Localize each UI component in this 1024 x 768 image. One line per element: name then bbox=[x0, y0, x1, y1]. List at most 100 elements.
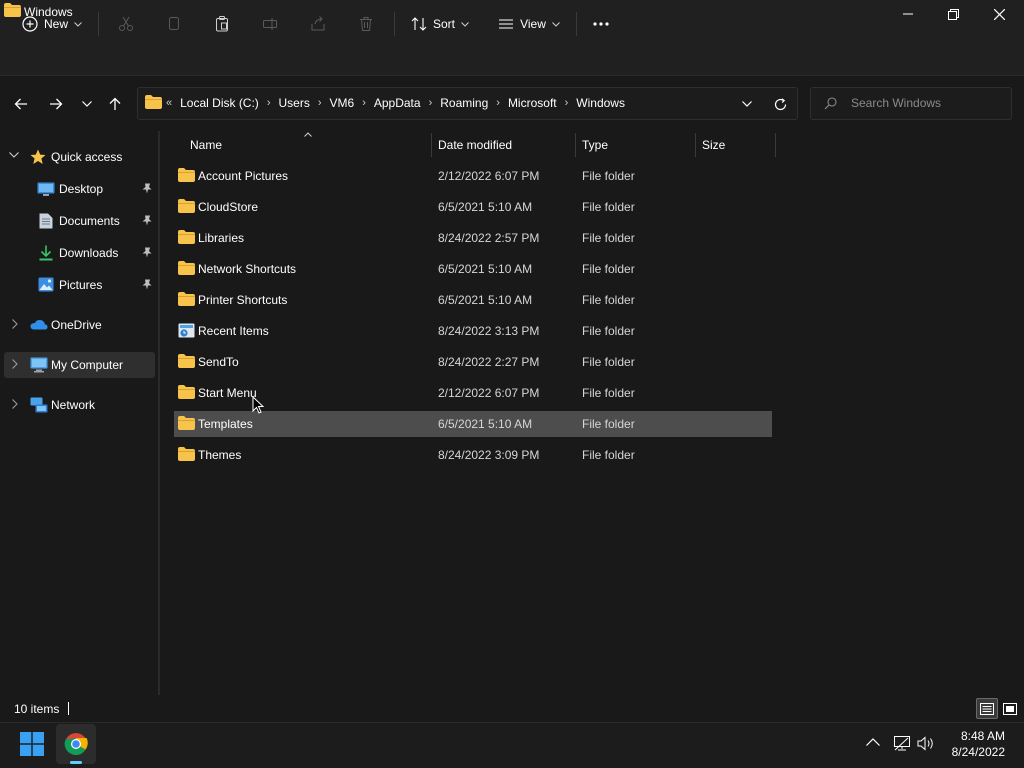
view-button[interactable]: View bbox=[492, 8, 566, 40]
pin-icon bbox=[142, 183, 152, 194]
large-icons-view-button[interactable] bbox=[1000, 698, 1020, 719]
folder-icon bbox=[178, 168, 195, 182]
breadcrumb-item[interactable]: Users bbox=[278, 96, 309, 110]
volume-icon[interactable] bbox=[917, 736, 935, 751]
chevron-down-icon bbox=[82, 101, 92, 107]
breadcrumb-overflow[interactable]: « bbox=[166, 97, 172, 109]
sidebar-item-label: Network bbox=[51, 398, 96, 412]
trash-icon bbox=[360, 17, 372, 31]
toolbar-divider bbox=[394, 12, 395, 36]
more-options-button[interactable] bbox=[586, 8, 616, 40]
share-button[interactable] bbox=[304, 8, 332, 40]
table-row[interactable]: Account Pictures 2/12/2022 6:07 PM File … bbox=[174, 163, 772, 189]
paste-button[interactable] bbox=[208, 8, 236, 40]
star-icon bbox=[30, 149, 46, 164]
restore-button[interactable] bbox=[930, 0, 976, 28]
network-status-icon[interactable] bbox=[893, 736, 911, 751]
new-button[interactable]: New bbox=[16, 8, 88, 40]
desktop-icon bbox=[37, 182, 55, 196]
breadcrumb-item[interactable]: VM6 bbox=[330, 96, 355, 110]
breadcrumb-item[interactable]: AppData bbox=[374, 96, 421, 110]
sidebar-item-my-computer[interactable]: My Computer bbox=[4, 352, 155, 378]
table-row[interactable]: Printer Shortcuts 6/5/2021 5:10 AM File … bbox=[174, 287, 772, 313]
close-button[interactable] bbox=[976, 0, 1022, 28]
more-icon bbox=[593, 22, 609, 26]
chevron-right-icon[interactable]: › bbox=[318, 97, 322, 109]
back-button[interactable] bbox=[9, 92, 33, 116]
file-date: 6/5/2021 5:10 AM bbox=[438, 417, 533, 431]
search-box[interactable] bbox=[810, 87, 1012, 120]
sidebar-item-downloads[interactable]: Downloads bbox=[4, 240, 155, 266]
file-date: 8/24/2022 3:13 PM bbox=[438, 324, 540, 338]
sidebar-item-onedrive[interactable]: OneDrive bbox=[4, 312, 155, 338]
breadcrumb: « Local Disk (C:) › Users › VM6 › AppDat… bbox=[166, 96, 625, 110]
column-header-type[interactable]: Type bbox=[582, 138, 608, 152]
folder-icon bbox=[178, 447, 195, 461]
table-row[interactable]: Themes 8/24/2022 3:09 PM File folder bbox=[174, 442, 772, 468]
table-row[interactable]: Recent Items 8/24/2022 3:13 PM File fold… bbox=[174, 318, 772, 344]
column-divider[interactable] bbox=[775, 133, 776, 157]
sort-label: Sort bbox=[432, 17, 455, 31]
forward-button[interactable] bbox=[44, 92, 68, 116]
downloads-icon bbox=[39, 245, 53, 261]
column-header-size[interactable]: Size bbox=[702, 138, 725, 152]
sidebar-item-label: My Computer bbox=[51, 358, 124, 372]
sidebar-item-documents[interactable]: Documents bbox=[4, 208, 155, 234]
breadcrumb-item[interactable]: Microsoft bbox=[508, 96, 557, 110]
scissors-icon bbox=[119, 16, 133, 31]
details-view-button[interactable] bbox=[976, 698, 998, 719]
table-row[interactable]: Templates 6/5/2021 5:10 AM File folder bbox=[174, 411, 772, 437]
file-name: Network Shortcuts bbox=[198, 262, 297, 276]
start-button[interactable] bbox=[20, 732, 44, 756]
sidebar-item-label: Documents bbox=[59, 214, 120, 228]
refresh-button[interactable] bbox=[768, 92, 792, 116]
search-input[interactable] bbox=[851, 96, 1001, 110]
file-type: File folder bbox=[582, 386, 635, 400]
breadcrumb-item[interactable]: Local Disk (C:) bbox=[180, 96, 259, 110]
breadcrumb-item[interactable]: Roaming bbox=[440, 96, 488, 110]
up-button[interactable] bbox=[103, 92, 127, 116]
status-bar bbox=[0, 695, 1024, 722]
column-divider[interactable] bbox=[431, 133, 432, 157]
chevron-right-icon[interactable]: › bbox=[362, 97, 366, 109]
sort-button[interactable]: Sort bbox=[404, 8, 476, 40]
folder-icon bbox=[178, 416, 195, 430]
file-date: 8/24/2022 3:09 PM bbox=[438, 448, 540, 462]
share-icon bbox=[311, 16, 325, 31]
chevron-right-icon[interactable]: › bbox=[429, 97, 433, 109]
minimize-button[interactable] bbox=[885, 0, 931, 28]
table-row[interactable]: CloudStore 6/5/2021 5:10 AM File folder bbox=[174, 194, 772, 220]
folder-icon bbox=[178, 199, 195, 213]
table-row[interactable]: Network Shortcuts 6/5/2021 5:10 AM File … bbox=[174, 256, 772, 282]
show-hidden-icons-button[interactable] bbox=[866, 738, 880, 746]
breadcrumb-item[interactable]: Windows bbox=[576, 96, 625, 110]
chrome-taskbar-button[interactable] bbox=[56, 724, 96, 764]
rename-button[interactable] bbox=[256, 8, 284, 40]
column-header-date[interactable]: Date modified bbox=[438, 138, 512, 152]
delete-button[interactable] bbox=[352, 8, 380, 40]
sidebar-item-pictures[interactable]: Pictures bbox=[4, 272, 155, 298]
chevron-right-icon bbox=[12, 399, 18, 409]
chevron-right-icon[interactable]: › bbox=[565, 97, 569, 109]
sidebar-item-quick-access[interactable]: Quick access bbox=[4, 144, 155, 170]
sidebar-item-network[interactable]: Network bbox=[4, 392, 155, 418]
column-header-name[interactable]: Name bbox=[190, 138, 222, 152]
status-divider bbox=[68, 702, 69, 715]
column-divider[interactable] bbox=[575, 133, 576, 157]
arrow-right-icon bbox=[50, 98, 63, 110]
table-row[interactable]: Libraries 8/24/2022 2:57 PM File folder bbox=[174, 225, 772, 251]
chevron-right-icon[interactable]: › bbox=[267, 97, 271, 109]
sidebar-item-desktop[interactable]: Desktop bbox=[4, 176, 155, 202]
cut-button[interactable] bbox=[112, 8, 140, 40]
sidebar-item-label: Desktop bbox=[59, 182, 104, 196]
address-history-button[interactable] bbox=[735, 92, 759, 116]
table-row[interactable]: SendTo 8/24/2022 2:27 PM File folder bbox=[174, 349, 772, 375]
chrome-icon bbox=[64, 733, 88, 755]
navigation-pane: Quick access Desktop Documents Downloads… bbox=[0, 131, 158, 695]
view-label: View bbox=[520, 17, 546, 31]
column-divider[interactable] bbox=[695, 133, 696, 157]
copy-button[interactable] bbox=[160, 8, 188, 40]
recent-locations-button[interactable] bbox=[75, 92, 99, 116]
pane-divider[interactable] bbox=[158, 131, 160, 695]
chevron-right-icon[interactable]: › bbox=[496, 97, 500, 109]
